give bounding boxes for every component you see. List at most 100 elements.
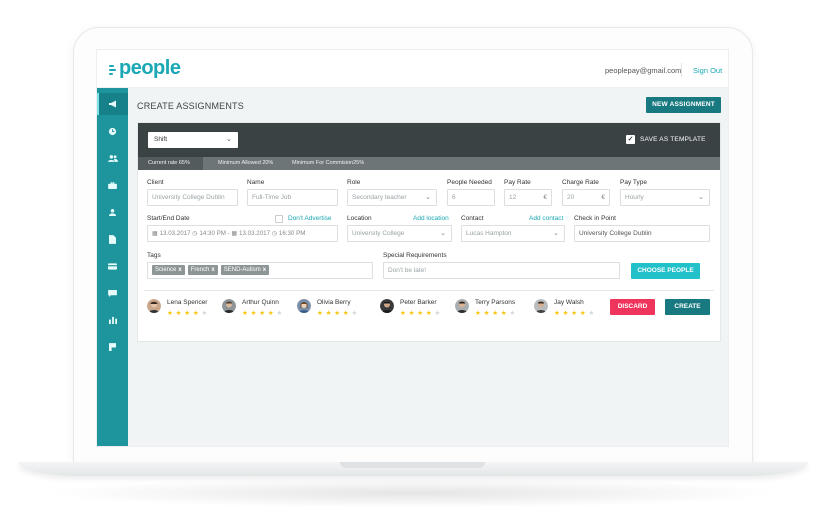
- people-needed-input[interactable]: 6: [447, 189, 495, 206]
- shift-select[interactable]: Shift ⌄: [148, 132, 238, 148]
- sidebar-item-documents[interactable]: [97, 228, 128, 250]
- sidebar-item-profile[interactable]: [97, 201, 128, 223]
- sidebar-item-reports[interactable]: [97, 309, 128, 331]
- chevron-down-icon: ⌄: [226, 136, 232, 143]
- chevron-down-icon: ⌄: [698, 194, 704, 201]
- main-content: CREATE ASSIGNMENTS NEW ASSIGNMENT Shift …: [128, 88, 728, 446]
- tag-chip: SEND-Autism x: [220, 265, 270, 275]
- logo[interactable]: people: [109, 57, 181, 80]
- logo-text: people: [119, 57, 181, 79]
- start-end-date-input[interactable]: ▦ 13.03.2017 ◷ 14:30 PM - ▦ 13.03.2017 ◷…: [147, 225, 338, 242]
- person-name: Lena Spencer: [167, 299, 208, 306]
- current-rate-label: Current rate 65%: [148, 160, 190, 166]
- shift-select-value: Shift: [154, 136, 168, 143]
- tag-label: French: [190, 267, 210, 273]
- person-card[interactable]: Terry Parsons ★ ★ ★ ★ ★: [455, 297, 530, 321]
- pay-rate-input[interactable]: 12 €: [504, 189, 552, 206]
- sidebar-item-messages[interactable]: [97, 282, 128, 304]
- page-title: CREATE ASSIGNMENTS: [137, 101, 244, 111]
- person-card[interactable]: Peter Barker ★ ★ ★ ★ ★: [380, 297, 450, 321]
- clock-icon: [108, 127, 117, 135]
- discard-button[interactable]: DISCARD: [610, 299, 655, 315]
- special-requirements-placeholder: Don't be late!: [388, 267, 427, 274]
- tag-remove-icon[interactable]: x: [263, 267, 266, 273]
- save-template-label: SAVE AS TEMPLATE: [640, 136, 706, 143]
- star-rating: ★ ★ ★ ★ ★: [317, 310, 358, 317]
- person-name: Arthur Quinn: [242, 299, 279, 306]
- add-location-link[interactable]: Add location: [413, 215, 449, 222]
- pay-type-select[interactable]: Hourly ⌄: [620, 189, 710, 206]
- name-input[interactable]: Full-Time Job: [247, 189, 338, 206]
- bar-chart-icon: [108, 316, 117, 324]
- client-placeholder: University College Dublin: [152, 194, 225, 201]
- contact-value: Lucas Hampton: [466, 230, 512, 237]
- top-bar: people peoplepay@gmail.com Sign Out: [97, 50, 728, 88]
- role-select[interactable]: Secondary teacher ⌄: [347, 189, 437, 206]
- save-template-checkbox[interactable]: ✓: [626, 135, 635, 144]
- chevron-down-icon: ⌄: [425, 194, 431, 201]
- tag-chip: French x: [187, 265, 218, 275]
- star-rating: ★ ★ ★ ★ ★: [400, 310, 441, 317]
- location-label: Location: [347, 215, 372, 222]
- star-rating: ★ ★ ★ ★ ★: [475, 310, 516, 317]
- person-card[interactable]: Arthur Quinn ★ ★ ★ ★ ★: [222, 297, 292, 321]
- tag-remove-icon[interactable]: x: [178, 267, 181, 273]
- laptop-shadow: [40, 478, 785, 508]
- new-assignment-button[interactable]: NEW ASSIGNMENT: [646, 97, 721, 113]
- dont-advertise-checkbox[interactable]: [275, 215, 283, 223]
- tag-chip: Science x: [152, 265, 185, 275]
- contact-select[interactable]: Lucas Hampton ⌄: [461, 225, 565, 242]
- person-card[interactable]: Olivia Berry ★ ★ ★ ★ ★: [297, 297, 367, 321]
- add-contact-link[interactable]: Add contact: [529, 215, 563, 222]
- name-placeholder: Full-Time Job: [252, 194, 292, 201]
- sidebar-item-jobs[interactable]: [97, 174, 128, 196]
- sidebar-item-assignments[interactable]: [97, 93, 128, 115]
- charge-rate-label: Charge Rate: [562, 179, 599, 186]
- euro-icon: €: [543, 194, 547, 201]
- client-label: Client: [147, 179, 164, 186]
- logo-mark-icon: [109, 62, 117, 76]
- tag-remove-icon[interactable]: x: [211, 267, 214, 273]
- sidebar-item-payments[interactable]: [97, 255, 128, 277]
- briefcase-icon: [108, 181, 117, 189]
- checkin-point-input[interactable]: University College Dublin: [574, 225, 710, 242]
- form-toolbar: Shift ⌄ ✓ SAVE AS TEMPLATE: [138, 123, 720, 157]
- create-button[interactable]: CREATE: [665, 299, 710, 315]
- start-end-date-label: Start/End Date: [147, 215, 190, 222]
- header-divider: [681, 63, 682, 77]
- person-card[interactable]: Lena Spencer ★ ★ ★ ★ ★: [147, 297, 217, 321]
- calendar-icon: ▦: [152, 230, 158, 237]
- location-select[interactable]: University College ⌄: [347, 225, 452, 242]
- form-divider: [144, 290, 714, 291]
- name-label: Name: [247, 179, 265, 186]
- sign-out-link[interactable]: Sign Out: [693, 66, 722, 75]
- star-rating: ★ ★ ★ ★ ★: [242, 310, 283, 317]
- person-name: Terry Parsons: [475, 299, 516, 306]
- tag-label: SEND-Autism: [223, 267, 261, 273]
- charge-rate-input[interactable]: 20 €: [562, 189, 610, 206]
- sidebar: [97, 88, 128, 446]
- chevron-down-icon: ⌄: [440, 230, 446, 237]
- choose-people-button[interactable]: CHOOSE PEOPLE: [631, 263, 700, 279]
- person-name: Jay Walsh: [554, 299, 584, 306]
- credit-card-icon: [108, 262, 117, 270]
- dont-advertise-label[interactable]: Don't Advertise: [288, 215, 332, 222]
- contact-label: Contact: [461, 215, 484, 222]
- people-needed-value: 6: [452, 194, 456, 201]
- sidebar-item-people[interactable]: [97, 147, 128, 169]
- pay-rate-value: 12: [509, 194, 517, 201]
- app-screen: people peoplepay@gmail.com Sign Out CREA…: [96, 49, 729, 447]
- euro-icon: €: [601, 194, 605, 201]
- pay-rate-label: Pay Rate: [504, 179, 531, 186]
- sidebar-item-flags[interactable]: [97, 336, 128, 358]
- sidebar-item-timesheets[interactable]: [97, 120, 128, 142]
- person-name: Peter Barker: [400, 299, 437, 306]
- special-requirements-input[interactable]: Don't be late!: [383, 262, 620, 279]
- charge-rate-value: 20: [567, 194, 575, 201]
- date-separator: -: [227, 230, 230, 237]
- person-card[interactable]: Jay Walsh ★ ★ ★ ★ ★: [534, 297, 604, 321]
- avatar: [380, 299, 394, 313]
- tags-input[interactable]: Science x French x SEND-Autism x: [147, 262, 373, 279]
- client-input[interactable]: University College Dublin: [147, 189, 238, 206]
- clock-icon: ◷: [271, 230, 278, 237]
